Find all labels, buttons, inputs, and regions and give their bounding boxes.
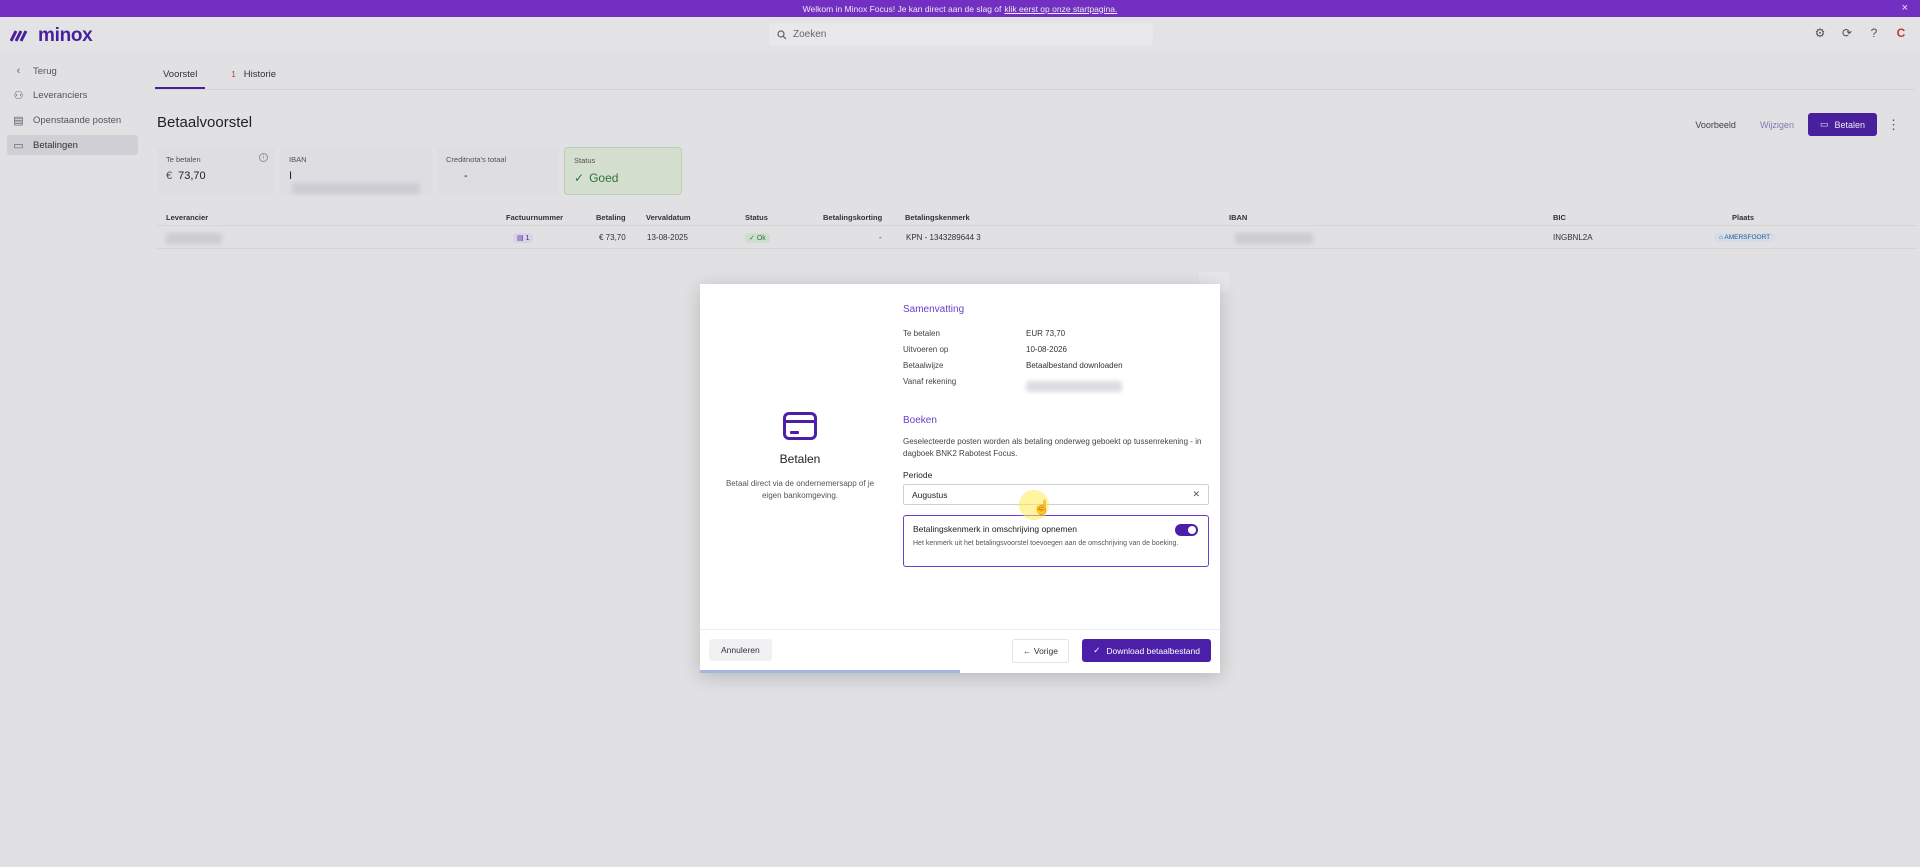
redacted-account xyxy=(1026,377,1122,393)
modal-description: Betaal direct via de ondernemersapp of j… xyxy=(725,478,875,500)
summary-key: Te betalen xyxy=(903,329,940,338)
summary-row: Te betalen EUR 73,70 xyxy=(903,329,1209,345)
summary-value: 10-08-2026 xyxy=(1026,345,1067,354)
summary-value: EUR 73,70 xyxy=(1026,329,1066,338)
credit-card-icon xyxy=(783,411,817,440)
payment-modal: Betalen Betaal direct via de ondernemers… xyxy=(700,284,1220,673)
kenmerk-toggle-card[interactable]: Betalingskenmerk in omschrijving opnemen… xyxy=(903,515,1209,567)
clear-icon[interactable]: ✕ xyxy=(1192,489,1200,500)
summary-key: Betaalwijze xyxy=(903,361,944,370)
period-value: Augustus xyxy=(912,489,948,500)
previous-button[interactable]: ← Vorige xyxy=(1012,639,1069,663)
cancel-button[interactable]: Annuleren xyxy=(709,639,772,661)
summary-row: Vanaf rekening xyxy=(903,377,1209,393)
download-label: Download betaalbestand xyxy=(1106,645,1200,656)
toggle-title: Betalingskenmerk in omschrijving opnemen xyxy=(913,524,1077,534)
summary-row: Betaalwijze Betaalbestand downloaden xyxy=(903,361,1209,377)
booking-title: Boeken xyxy=(903,415,937,426)
summary-title: Samenvatting xyxy=(903,304,965,315)
booking-description: Geselecteerde posten worden als betaling… xyxy=(903,437,1202,458)
summary-key: Uitvoeren op xyxy=(903,345,949,354)
summary-row: Uitvoeren op 10-08-2026 xyxy=(903,345,1209,361)
period-label: Periode xyxy=(903,470,933,480)
check-icon: ✓ xyxy=(1093,645,1101,655)
summary-key: Vanaf rekening xyxy=(903,377,957,386)
download-button[interactable]: ✓ Download betaalbestand xyxy=(1082,639,1211,662)
hand-cursor-icon: ☝ xyxy=(1033,499,1051,515)
period-select[interactable]: Augustus ✕ xyxy=(903,484,1209,505)
arrow-left-icon: ← xyxy=(1023,646,1032,656)
summary-value: Betaalbestand downloaden xyxy=(1026,361,1123,370)
modal-title: Betalen xyxy=(779,451,821,466)
kenmerk-toggle[interactable] xyxy=(1175,524,1198,536)
previous-label: Vorige xyxy=(1033,646,1058,656)
toggle-description: Het kenmerk uit het betalingsvoorstel to… xyxy=(913,540,1179,547)
wizard-progress xyxy=(700,670,960,673)
